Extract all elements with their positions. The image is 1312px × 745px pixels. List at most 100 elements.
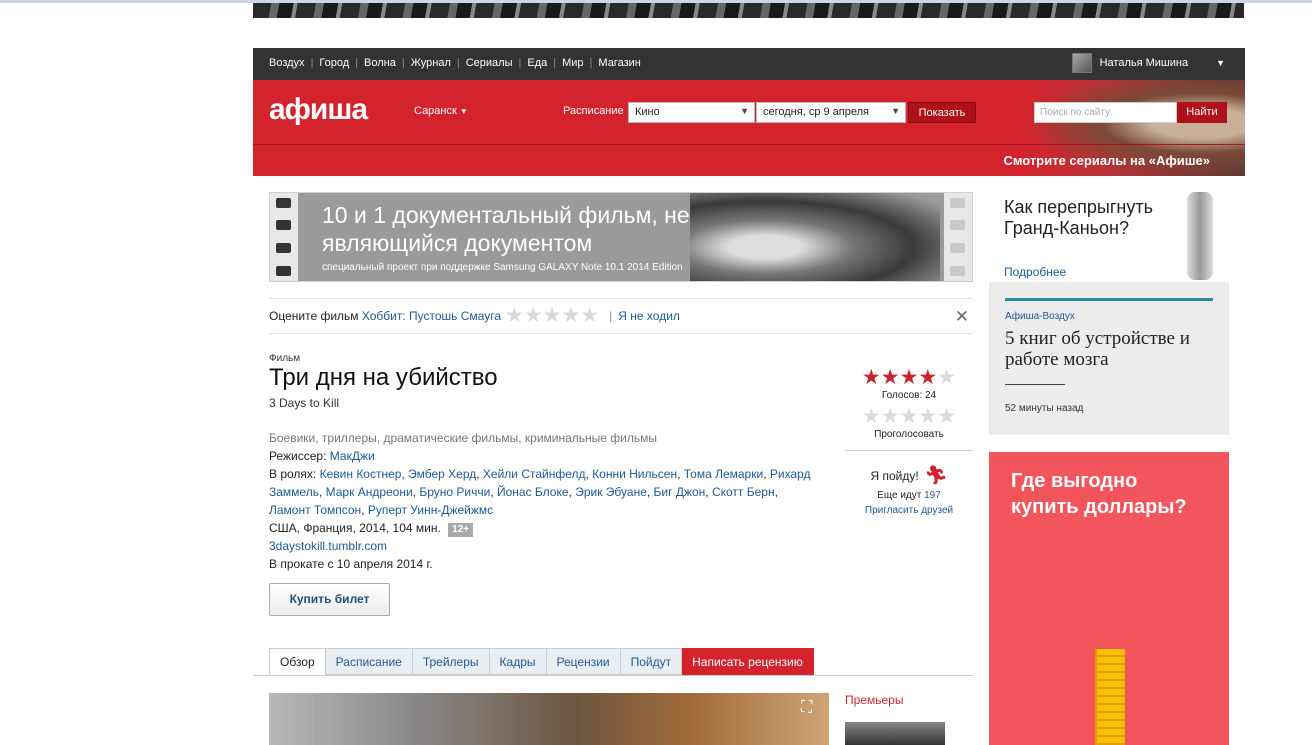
cast-link[interactable]: Бруно Риччи bbox=[419, 485, 490, 499]
country-year: США, Франция, 2014, 104 мин. bbox=[269, 521, 441, 535]
tab-overview[interactable]: Обзор bbox=[269, 648, 326, 675]
date-select[interactable]: сегодня, ср 9 апреля ▼ bbox=[756, 102, 906, 123]
header-bar: афиша Саранск ▼ Расписание Кино ▼ сегодн… bbox=[253, 80, 1245, 176]
star-icon[interactable]: ★ bbox=[580, 305, 599, 326]
cast-link[interactable]: Скотт Берн bbox=[712, 485, 775, 499]
cast-link[interactable]: Хейли Стайнфелд bbox=[483, 467, 586, 481]
nav-item-serialy[interactable]: Сериалы bbox=[466, 57, 513, 69]
rate-film-link[interactable]: Хоббит: Пустошь Смауга bbox=[362, 309, 501, 323]
vozduh-teaser[interactable]: Афиша-Воздух 5 книг об устройстве и рабо… bbox=[989, 282, 1229, 435]
page-title: Три дня на убийство bbox=[269, 364, 498, 391]
going-button[interactable]: Я пойду! 🏃︎ bbox=[845, 465, 973, 486]
official-site-link[interactable]: 3daystokill.tumblr.com bbox=[269, 539, 387, 553]
search-button[interactable]: Найти bbox=[1177, 102, 1227, 123]
teaser-accent-line bbox=[1005, 298, 1213, 301]
star-icon[interactable]: ★ bbox=[881, 406, 900, 427]
nav-item-vozduh[interactable]: Воздух bbox=[269, 57, 305, 69]
also-going-count[interactable]: 197 bbox=[924, 490, 941, 501]
teaser-headline[interactable]: 5 книг об устройстве и работе мозга bbox=[1005, 328, 1215, 370]
cast-link[interactable]: Конни Нильсен bbox=[592, 467, 677, 481]
star-icon[interactable]: ★ bbox=[524, 305, 543, 326]
star-icon[interactable]: ★ bbox=[562, 305, 581, 326]
cast-link[interactable]: Руперт Уинн-Джейжмс bbox=[368, 503, 493, 517]
star-icon[interactable]: ★ bbox=[543, 305, 562, 326]
star-icon[interactable]: ★ bbox=[505, 305, 524, 326]
show-button[interactable]: Показать bbox=[908, 102, 976, 123]
ad-currency[interactable]: Где выгодно купить доллары? bbox=[989, 452, 1229, 745]
director-link[interactable]: МакДжи bbox=[330, 449, 375, 463]
nav-separator: | bbox=[553, 57, 557, 69]
banner-subtitle: специальный проект при поддержке Samsung… bbox=[322, 262, 683, 273]
cast-link[interactable]: Кевин Костнер bbox=[320, 467, 402, 481]
release-date: В прокате с 10 апреля 2014 г. bbox=[269, 557, 433, 571]
city-name: Саранск bbox=[414, 105, 457, 117]
rate-film-prompt: Оцените фильм Хоббит: Пустошь Смауга ★ ★ ★… bbox=[269, 298, 973, 334]
nav-item-zhurnal[interactable]: Журнал bbox=[411, 57, 451, 69]
country-year-line: США, Франция, 2014, 104 мин. 12+ bbox=[269, 519, 814, 537]
cast-link[interactable]: Марк Андреони bbox=[326, 485, 413, 499]
cast-link[interactable]: Биг Джон bbox=[654, 485, 706, 499]
search-input[interactable]: Поиск по сайту bbox=[1034, 102, 1177, 123]
film-strip-left bbox=[270, 193, 298, 281]
nav-item-eda[interactable]: Еда bbox=[527, 57, 547, 69]
film-kind-label: Фильм bbox=[269, 353, 301, 364]
premieres-heading[interactable]: Премьеры bbox=[845, 693, 903, 707]
serials-promo-link[interactable]: Смотрите сериалы на «Афише» bbox=[1003, 153, 1210, 168]
cast-link[interactable]: Йонас Блоке bbox=[497, 485, 569, 499]
pogo-stick-image bbox=[1187, 192, 1213, 280]
vote-stars[interactable]: ★ ★ ★ ★ ★ bbox=[862, 406, 956, 427]
afisha-logo[interactable]: афиша bbox=[269, 93, 368, 127]
premiere-thumbnail[interactable] bbox=[845, 722, 945, 745]
film-tabs: Обзор Расписание Трейлеры Кадры Рецензии… bbox=[269, 648, 814, 675]
cast-link[interactable]: Эмбер Херд bbox=[408, 467, 476, 481]
rate-stars[interactable]: ★ ★ ★ ★ ★ bbox=[505, 305, 599, 326]
director-line: Режиссер: МакДжи bbox=[269, 447, 814, 465]
star-icon[interactable]: ★ bbox=[862, 406, 881, 427]
cast-link[interactable]: Ламонт Томпсон bbox=[269, 503, 361, 517]
ad-grand-canyon[interactable]: Как перепрыгнуть Гранд-Каньон? Подробнее bbox=[989, 192, 1229, 282]
fullscreen-icon[interactable]: ⛶ bbox=[801, 699, 812, 717]
date-select-value: сегодня, ср 9 апреля bbox=[763, 106, 869, 118]
average-rating-stars: ★ ★ ★ ★ ★ bbox=[861, 366, 956, 389]
teaser-time: 52 минуты назад bbox=[1005, 403, 1084, 414]
close-icon[interactable]: ✕ bbox=[955, 307, 969, 327]
film-rating-panel: ★ ★ ★ ★ ★ Голосов: 24 ★ ★ ★ ★ ★ Проголосовать Я … bbox=[845, 366, 973, 516]
nav-item-gorod[interactable]: Город bbox=[319, 57, 349, 69]
tab-reviews[interactable]: Рецензии bbox=[546, 648, 621, 675]
nav-item-volna[interactable]: Волна bbox=[364, 57, 396, 69]
write-review-button[interactable]: Написать рецензию bbox=[682, 648, 814, 675]
not-watched-link[interactable]: Я не ходил bbox=[618, 309, 680, 323]
star-icon[interactable]: ★ bbox=[918, 406, 937, 427]
tab-trailers[interactable]: Трейлеры bbox=[412, 648, 490, 675]
ad-more-link[interactable]: Подробнее bbox=[1004, 265, 1066, 279]
star-icon: ★ bbox=[861, 366, 881, 389]
nav-item-mir[interactable]: Мир bbox=[562, 57, 583, 69]
special-project-banner[interactable]: 10 и 1 документальный фильм, не являющий… bbox=[269, 192, 973, 282]
tab-going[interactable]: Пойдут bbox=[620, 648, 683, 675]
star-icon[interactable]: ★ bbox=[937, 406, 956, 427]
top-navigation: Воздух | Город | Волна | Журнал | Сериалы | Е… bbox=[253, 48, 1245, 80]
chevron-down-icon: ▼ bbox=[740, 106, 749, 116]
going-label: Я пойду! bbox=[870, 468, 919, 483]
cast-link[interactable]: Тома Лемарки bbox=[684, 467, 763, 481]
user-name: Наталья Мишина bbox=[1099, 57, 1189, 69]
header-divider bbox=[253, 144, 1245, 145]
tab-schedule[interactable]: Расписание bbox=[325, 648, 413, 675]
cast-line: В ролях: Кевин Костнер, Эмбер Херд, Хейл… bbox=[269, 467, 811, 517]
teaser-source-link[interactable]: Афиша-Воздух bbox=[1005, 311, 1075, 322]
buy-ticket-button[interactable]: Купить билет bbox=[269, 583, 390, 616]
avatar bbox=[1071, 53, 1092, 73]
star-icon: ★ bbox=[899, 366, 919, 389]
user-menu[interactable]: Наталья Мишина ▼ bbox=[1071, 53, 1225, 73]
city-selector[interactable]: Саранск ▼ bbox=[414, 105, 468, 117]
star-icon[interactable]: ★ bbox=[900, 406, 919, 427]
chevron-down-icon: ▼ bbox=[891, 106, 900, 116]
category-select[interactable]: Кино ▼ bbox=[628, 102, 755, 123]
tab-stills[interactable]: Кадры bbox=[489, 648, 547, 675]
chevron-down-icon: ▼ bbox=[459, 107, 468, 116]
invite-friends-link[interactable]: Пригласить друзей bbox=[845, 505, 973, 516]
film-still-image[interactable] bbox=[269, 693, 829, 745]
cast-link[interactable]: Эрик Эбуане bbox=[575, 485, 647, 499]
vote-label[interactable]: Проголосовать bbox=[845, 429, 973, 440]
nav-item-magazin[interactable]: Магазин bbox=[598, 57, 640, 69]
